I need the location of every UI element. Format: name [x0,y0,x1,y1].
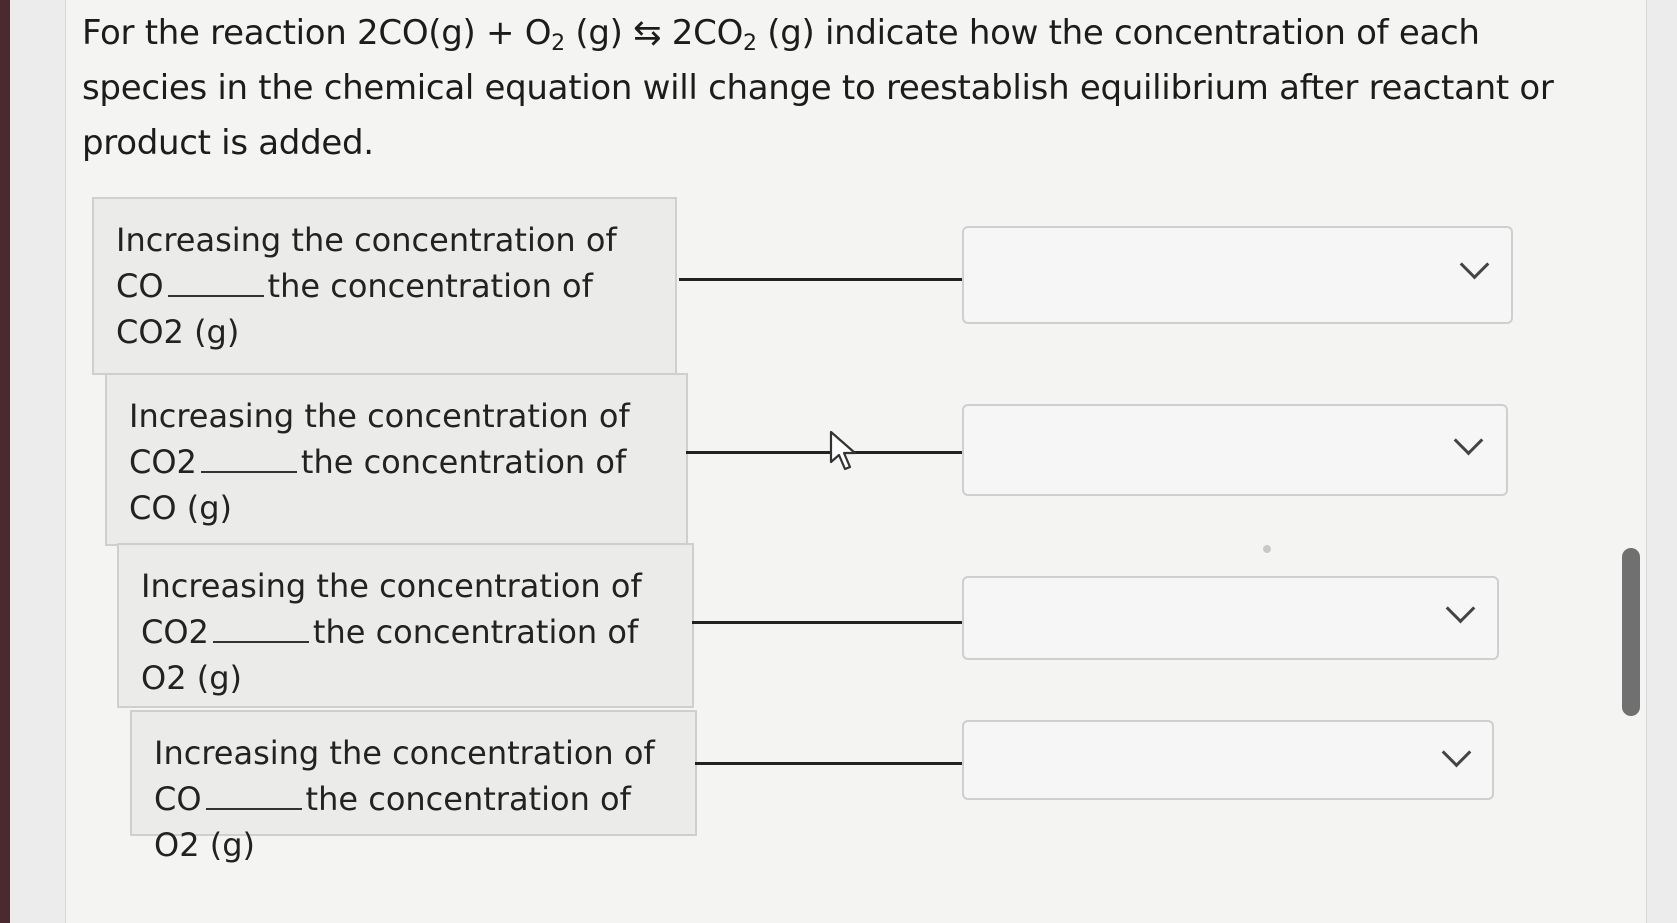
prompt-item-2: Increasing the concentration of CO2 the c… [105,373,688,546]
chevron-down-icon[interactable] [1453,425,1484,456]
connector-line [692,621,962,624]
chevron-down-icon[interactable] [1441,737,1472,768]
connector-line [679,278,962,281]
blank-line [200,441,297,473]
subscript: 2 [743,31,757,56]
chevron-down-icon[interactable] [1459,249,1490,280]
answer-dropdown-4[interactable] [962,720,1494,800]
chevron-down-icon[interactable] [1445,593,1476,624]
answer-dropdown-2[interactable] [962,404,1508,496]
answer-dropdown-1[interactable] [962,226,1513,324]
blank-line [167,265,264,297]
connector-line [695,762,962,765]
answer-dropdown-3[interactable] [962,576,1499,660]
subscript: 2 [551,31,565,56]
scrollbar-thumb[interactable] [1622,548,1640,716]
question-text: For the reaction 2CO(g) + O2 (g) ⇆ 2CO2 … [82,6,1602,171]
question-text-part: (g) ⇆ 2CO [564,13,744,53]
blank-line [212,611,309,643]
blank-line [205,778,302,810]
connector-line [686,451,962,454]
prompt-item-3: Increasing the concentration of CO2 the c… [117,543,694,708]
question-text-part: For the reaction 2CO(g) + O [82,13,552,53]
prompt-item-1: Increasing the concentration of CO the co… [92,197,677,375]
dust-dot [1263,545,1271,553]
prompt-item-4: Increasing the concentration of CO the co… [130,710,697,864]
mouse-pointer-icon [829,430,857,471]
